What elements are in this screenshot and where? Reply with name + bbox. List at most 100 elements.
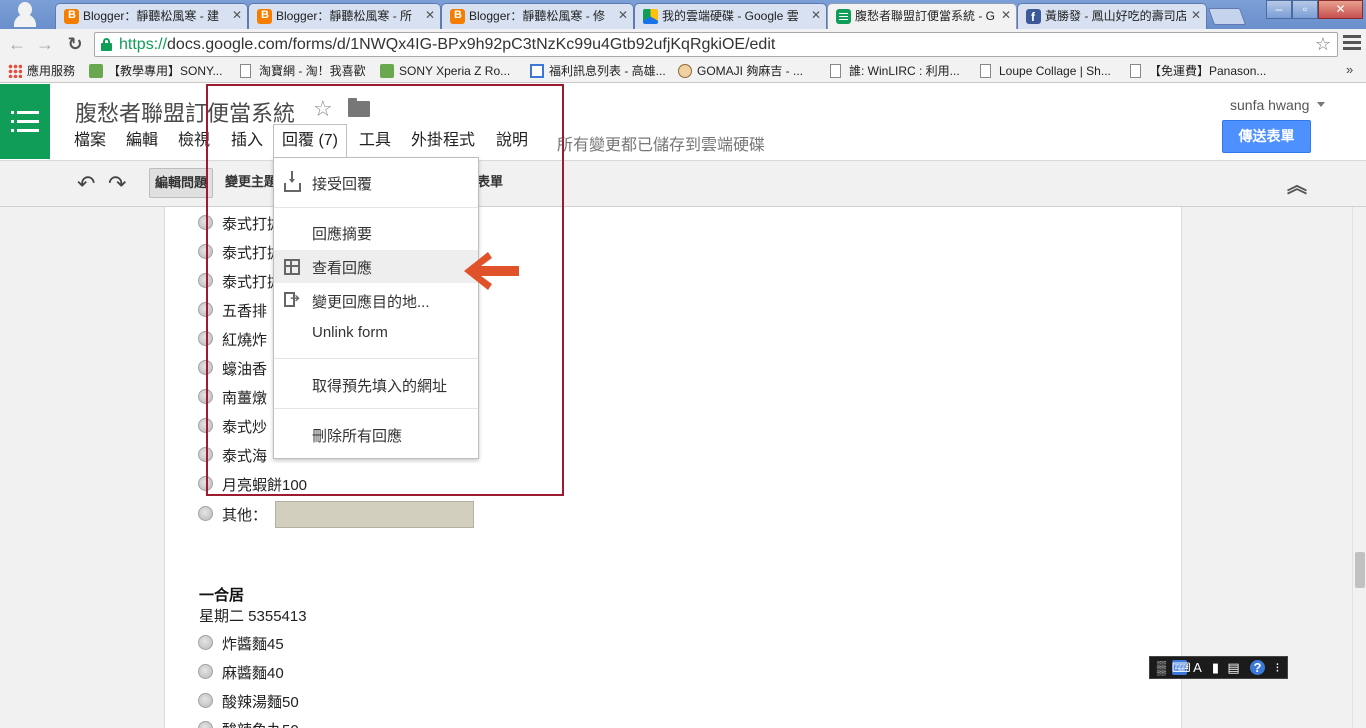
document-title[interactable]: 腹愁者聯盟訂便當系統 (75, 96, 295, 128)
section-title: 一合居 (199, 587, 245, 604)
menu-item-accept-responses[interactable]: 接受回覆 (274, 166, 478, 199)
menu-addons[interactable]: 外掛程式 (403, 130, 483, 154)
radio-button[interactable] (198, 244, 213, 259)
menu-responses[interactable]: 回覆 (7) (273, 124, 348, 157)
radio-button[interactable] (198, 721, 213, 728)
bookmark-item[interactable]: 【教學專用】SONY... (89, 62, 222, 80)
menu-item-label: 接受回覆 (312, 176, 373, 193)
tab-close-icon[interactable]: ✕ (232, 8, 242, 22)
bookmark-item[interactable]: GOMAJI 夠麻吉 - ... (678, 62, 803, 80)
tab-close-icon[interactable]: ✕ (425, 8, 435, 22)
language-bar-widget[interactable]: ▒ ⌨ A ▮ ▤ ? ⁝ (1149, 656, 1288, 679)
form-workspace: 泰式打拋 泰式打拋 泰式打拋 五香排 紅燒炸 蠔油香 南薑燉 泰式炒 泰式海 月… (0, 207, 1352, 728)
account-name[interactable]: sunfa hwang (1230, 97, 1309, 113)
radio-button[interactable] (198, 476, 213, 491)
menu-view[interactable]: 檢視 (170, 130, 218, 154)
tab-title: 黃勝發 - 鳳山好吃的壽司店 (1045, 9, 1186, 23)
option-label: 其他： (222, 507, 268, 524)
edit-questions-button[interactable]: 編輯問題 (149, 168, 214, 198)
menu-edit[interactable]: 編輯 (118, 130, 166, 154)
settings-icon[interactable]: ▤ (1226, 660, 1241, 675)
menu-item-change-destination[interactable]: 變更回應目的地... (274, 284, 478, 317)
bookmark-item[interactable]: SONY Xperia Z Ro... (380, 62, 510, 80)
tab-title: Blogger：靜聽松風寒 - 所 (276, 9, 413, 23)
grip-icon[interactable]: ▒ (1154, 660, 1169, 675)
radio-button[interactable] (198, 215, 213, 230)
font-mode-icon[interactable]: A (1190, 660, 1205, 675)
ime-mode-icon[interactable]: ⌨ (1172, 660, 1191, 675)
tab-close-icon[interactable]: ✕ (1001, 8, 1011, 22)
browser-tab[interactable]: Blogger：靜聽松風寒 - 修 ✕ (441, 3, 634, 29)
browser-tab[interactable]: 黃勝發 - 鳳山好吃的壽司店 ✕ (1017, 3, 1207, 29)
bookmarks-overflow-button[interactable]: » (1346, 62, 1353, 77)
back-button[interactable]: ← (6, 33, 28, 55)
undo-icon[interactable]: ↶ (77, 171, 95, 197)
bookmark-star-icon[interactable]: ☆ (1315, 34, 1331, 55)
maximize-button[interactable]: ▫ (1292, 0, 1318, 19)
radio-button[interactable] (198, 331, 213, 346)
bookmark-item[interactable]: 【免運費】Panason... (1130, 62, 1266, 80)
other-text-input[interactable] (275, 501, 474, 528)
tab-close-icon[interactable]: ✕ (811, 8, 821, 22)
minimize-button[interactable]: – (1266, 0, 1292, 19)
bookmark-item[interactable]: Loupe Collage | Sh... (980, 62, 1111, 80)
tab-close-icon[interactable]: ✕ (618, 8, 628, 22)
forward-button[interactable]: → (34, 33, 56, 55)
radio-button[interactable] (198, 447, 213, 462)
menu-item-response-summary[interactable]: 回應摘要 (274, 216, 478, 249)
reload-button[interactable]: ↻ (64, 33, 86, 55)
radio-button[interactable] (198, 302, 213, 317)
menu-tools[interactable]: 工具 (351, 130, 399, 154)
chrome-menu-icon[interactable] (1343, 35, 1361, 51)
new-tab-button[interactable] (1207, 8, 1247, 25)
radio-button[interactable] (198, 389, 213, 404)
bookmark-item[interactable]: 淘寶網 - 淘！我喜歡 (240, 62, 366, 80)
radio-button[interactable] (198, 273, 213, 288)
menu-help[interactable]: 說明 (488, 130, 536, 154)
browser-tab[interactable]: Blogger：靜聽松風寒 - 建 ✕ (55, 3, 248, 29)
menu-item-label: 查看回應 (312, 260, 373, 277)
star-icon[interactable]: ☆ (313, 96, 333, 122)
menu-item-prefilled-url[interactable]: 取得預先填入的網址 (274, 368, 478, 401)
menu-item-delete-all-responses[interactable]: 刪除所有回應 (274, 418, 478, 451)
radio-button[interactable] (198, 635, 213, 650)
menu-insert[interactable]: 插入 (223, 130, 271, 154)
radio-button[interactable] (198, 506, 213, 521)
forms-home-button[interactable] (0, 84, 50, 159)
menu-file[interactable]: 檔案 (66, 130, 114, 154)
view-form-button[interactable]: 表單 (477, 168, 503, 198)
help-icon[interactable]: ? (1250, 660, 1265, 675)
scrollbar-thumb[interactable] (1355, 552, 1365, 588)
bookmark-item[interactable]: 福利訊息列表 - 高雄... (530, 62, 666, 80)
radio-button[interactable] (198, 664, 213, 679)
option-label: 紅燒炸 (222, 332, 268, 349)
calendar-icon (530, 64, 544, 78)
change-theme-button[interactable]: 變更主題 (225, 168, 277, 198)
browser-tab-active[interactable]: 腹愁者聯盟訂便當系統 - G ✕ (827, 3, 1017, 30)
close-window-button[interactable]: ✕ (1318, 0, 1363, 19)
menu-item-view-responses[interactable]: 查看回應 (274, 250, 478, 283)
url-text[interactable]: https://docs.google.com/forms/d/1NWQx4IG… (119, 36, 775, 54)
radio-button[interactable] (198, 693, 213, 708)
radio-button[interactable] (198, 360, 213, 375)
options-menu-icon[interactable]: ⁝ (1270, 660, 1285, 675)
radio-button[interactable] (198, 418, 213, 433)
option-label: 五香排 (222, 303, 268, 320)
folder-icon[interactable] (348, 98, 370, 117)
bookmark-item[interactable]: 應用服務 (8, 62, 75, 80)
option-label: 月亮蝦餅100 (222, 477, 308, 494)
address-bar[interactable]: https://docs.google.com/forms/d/1NWQx4IG… (94, 32, 1338, 57)
menu-item-unlink-form[interactable]: Unlink form (274, 317, 478, 350)
redo-icon[interactable]: ↷ (108, 171, 126, 197)
browser-tab[interactable]: Blogger：靜聽松風寒 - 所 ✕ (248, 3, 441, 29)
browser-tab[interactable]: 我的雲端硬碟 - Google 雲 ✕ (634, 3, 827, 29)
save-status[interactable]: 所有變更都已儲存到雲端硬碟 (557, 131, 765, 155)
fullwidth-icon[interactable]: ▮ (1208, 660, 1223, 675)
tab-close-icon[interactable]: ✕ (1191, 8, 1201, 22)
chevron-down-icon[interactable] (1317, 102, 1325, 107)
profile-avatar-icon[interactable] (8, 0, 42, 29)
vertical-scrollbar[interactable] (1352, 207, 1366, 728)
bookmark-item[interactable]: 誰: WinLIRC : 利用... (830, 62, 960, 80)
send-form-button[interactable]: 傳送表單 (1222, 120, 1311, 153)
collapse-header-icon[interactable]: ︽ (1287, 169, 1307, 198)
